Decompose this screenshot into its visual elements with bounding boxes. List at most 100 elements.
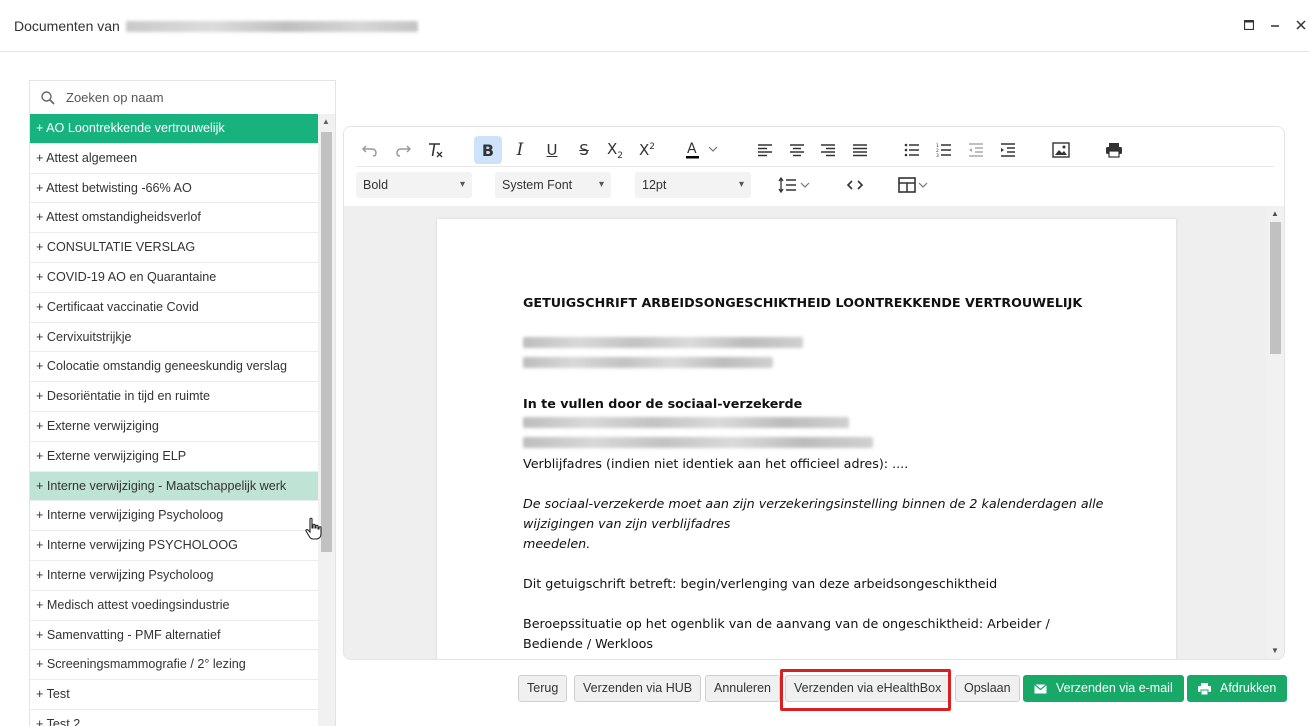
redacted-line bbox=[523, 357, 773, 368]
source-code-icon[interactable] bbox=[846, 172, 864, 198]
document-list-item[interactable]: + Test bbox=[30, 680, 319, 710]
editor-content-area[interactable]: GETUIGSCHRIFT ARBEIDSONGESCHIKTHEID LOON… bbox=[344, 206, 1284, 659]
redacted-line bbox=[523, 417, 849, 428]
document-list-item[interactable]: + CONSULTATIE VERSLAG bbox=[30, 233, 319, 263]
document-list-item[interactable]: + Desoriëntatie in tijd en ruimte bbox=[30, 382, 319, 412]
undo-icon[interactable] bbox=[356, 136, 384, 164]
search-icon bbox=[41, 90, 55, 105]
strikethrough-icon[interactable]: S bbox=[570, 136, 598, 164]
send-hub-button[interactable]: Verzenden via HUB bbox=[574, 675, 702, 702]
list-scrollbar[interactable]: ▲ bbox=[318, 114, 335, 726]
rich-text-editor: B I U S X2 X2 A 123 Bold ▾ System Font ▾ 1… bbox=[343, 126, 1285, 660]
document-list-item[interactable]: + Attest betwisting -66% AO bbox=[30, 174, 319, 204]
bold-icon[interactable]: B bbox=[474, 136, 502, 164]
justify-icon[interactable] bbox=[846, 136, 874, 164]
list-scroll-thumb[interactable] bbox=[321, 132, 332, 552]
align-center-icon[interactable] bbox=[783, 136, 811, 164]
close-icon[interactable] bbox=[1292, 16, 1309, 34]
toolbar-divider bbox=[356, 166, 1274, 167]
font-family-value: System Font bbox=[502, 178, 573, 192]
image-icon[interactable] bbox=[1047, 136, 1075, 164]
send-email-button[interactable]: Verzenden via e-mail bbox=[1023, 675, 1184, 702]
notice-line-1: De sociaal-verzekerde moet aan zijn verz… bbox=[523, 496, 1104, 511]
svg-text:3: 3 bbox=[936, 153, 939, 157]
occupation-line-1: Beroepssituatie op het ogenblik van de a… bbox=[523, 616, 1050, 631]
editor-scroll-thumb[interactable] bbox=[1270, 222, 1281, 354]
document-list-item[interactable]: + Cervixuitstrijkje bbox=[30, 323, 319, 353]
block-format-value: Bold bbox=[363, 178, 389, 192]
scroll-up-arrow-icon[interactable]: ▲ bbox=[322, 117, 330, 126]
document-list-item[interactable]: + AO Loontrekkende vertrouwelijk bbox=[30, 114, 319, 144]
search-box bbox=[29, 80, 336, 114]
notice-line-2: wijzigingen van zijn verblijfadres bbox=[523, 516, 731, 531]
underline-icon[interactable]: U bbox=[538, 136, 566, 164]
send-email-label: Verzenden via e-mail bbox=[1056, 681, 1173, 695]
envelope-icon bbox=[1034, 683, 1047, 693]
document-list-item[interactable]: + COVID-19 AO en Quarantaine bbox=[30, 263, 319, 293]
subscript-icon[interactable]: X2 bbox=[601, 136, 629, 164]
notice-line-3: meedelen. bbox=[523, 536, 591, 551]
clear-format-icon[interactable] bbox=[421, 136, 449, 164]
window-title: Documenten van bbox=[14, 18, 418, 34]
redo-icon[interactable] bbox=[389, 136, 417, 164]
maximize-icon[interactable] bbox=[1240, 16, 1258, 34]
title-bar: Documenten van bbox=[0, 0, 1309, 52]
save-button[interactable]: Opslaan bbox=[955, 675, 1020, 702]
align-left-icon[interactable] bbox=[751, 136, 779, 164]
document-list-item[interactable]: + Interne verwijzing Psycholoog bbox=[30, 561, 319, 591]
print-label: Afdrukken bbox=[1220, 681, 1277, 695]
redacted-line bbox=[523, 337, 803, 348]
printer-icon bbox=[1198, 682, 1211, 695]
document-list-item[interactable]: + Externe verwijziging bbox=[30, 412, 319, 442]
italic-icon[interactable]: I bbox=[506, 136, 534, 164]
scroll-down-arrow-icon[interactable]: ▼ bbox=[1271, 646, 1279, 655]
line-height-icon[interactable] bbox=[778, 172, 812, 198]
font-size-select[interactable]: 12pt ▾ bbox=[635, 172, 751, 198]
font-size-value: 12pt bbox=[642, 178, 667, 192]
outdent-icon[interactable] bbox=[962, 136, 990, 164]
window-title-text: Documenten van bbox=[14, 18, 120, 34]
numbered-list-icon[interactable]: 123 bbox=[930, 136, 958, 164]
align-right-icon[interactable] bbox=[814, 136, 842, 164]
search-input[interactable] bbox=[66, 90, 316, 105]
highlight-annotation bbox=[780, 669, 951, 711]
document-list-item[interactable]: + Test 2 bbox=[30, 710, 319, 726]
document-list-item[interactable]: + Attest omstandigheidsverlof bbox=[30, 203, 319, 234]
document-list-item[interactable]: + Colocatie omstandig geneeskundig versl… bbox=[30, 352, 319, 383]
document-heading: GETUIGSCHRIFT ARBEIDSONGESCHIKTHEID LOON… bbox=[523, 295, 1083, 310]
document-list-item[interactable]: + Samenvatting - PMF alternatief bbox=[30, 621, 319, 651]
bullet-list-icon[interactable] bbox=[898, 136, 926, 164]
occupation-line-2: Bediende / Werkloos bbox=[523, 636, 653, 651]
residence-line: Verblijfadres (indien niet identiek aan … bbox=[523, 456, 909, 471]
svg-text:A: A bbox=[687, 141, 697, 157]
document-list-item[interactable]: + Certificaat vaccinatie Covid bbox=[30, 293, 319, 323]
document-list-item[interactable]: + Screeningsmammografie / 2° lezing bbox=[30, 650, 319, 681]
print-icon[interactable] bbox=[1100, 136, 1128, 164]
chevron-down-icon: ▾ bbox=[598, 179, 604, 190]
print-button[interactable]: Afdrukken bbox=[1187, 675, 1288, 702]
block-format-select[interactable]: Bold ▾ bbox=[356, 172, 472, 198]
cancel-button[interactable]: Annuleren bbox=[705, 675, 780, 702]
hand-cursor-icon bbox=[305, 517, 322, 540]
table-icon[interactable] bbox=[898, 172, 932, 198]
superscript-icon[interactable]: X2 bbox=[633, 136, 661, 164]
document-list-item[interactable]: + Externe verwijziging ELP bbox=[30, 442, 319, 472]
document-list-item[interactable]: + Attest algemeen bbox=[30, 144, 319, 174]
font-family-select[interactable]: System Font ▾ bbox=[495, 172, 611, 198]
document-page[interactable]: GETUIGSCHRIFT ARBEIDSONGESCHIKTHEID LOON… bbox=[437, 219, 1176, 659]
redacted-patient-name bbox=[125, 20, 418, 32]
minimize-icon[interactable] bbox=[1266, 16, 1284, 34]
chevron-down-icon: ▾ bbox=[459, 179, 465, 190]
document-list-item[interactable]: + Interne verwijziging - Maatschappelijk… bbox=[30, 471, 319, 502]
back-button[interactable]: Terug bbox=[518, 675, 568, 702]
indent-icon[interactable] bbox=[994, 136, 1022, 164]
document-list-item[interactable]: + Medisch attest voedingsindustrie bbox=[30, 591, 319, 621]
document-list-item[interactable]: + Interne verwijzing PSYCHOLOOG bbox=[30, 531, 319, 561]
document-list-item[interactable]: + Interne verwijziging Psycholoog bbox=[30, 501, 319, 532]
editor-scrollbar[interactable]: ▲ ▼ bbox=[1267, 206, 1284, 659]
scroll-up-arrow-icon[interactable]: ▲ bbox=[1271, 209, 1279, 218]
chevron-down-icon: ▾ bbox=[738, 179, 744, 190]
redacted-line bbox=[523, 437, 873, 448]
section-heading: In te vullen door de sociaal-verzekerde bbox=[523, 396, 803, 411]
text-color-icon[interactable]: A bbox=[683, 136, 723, 164]
